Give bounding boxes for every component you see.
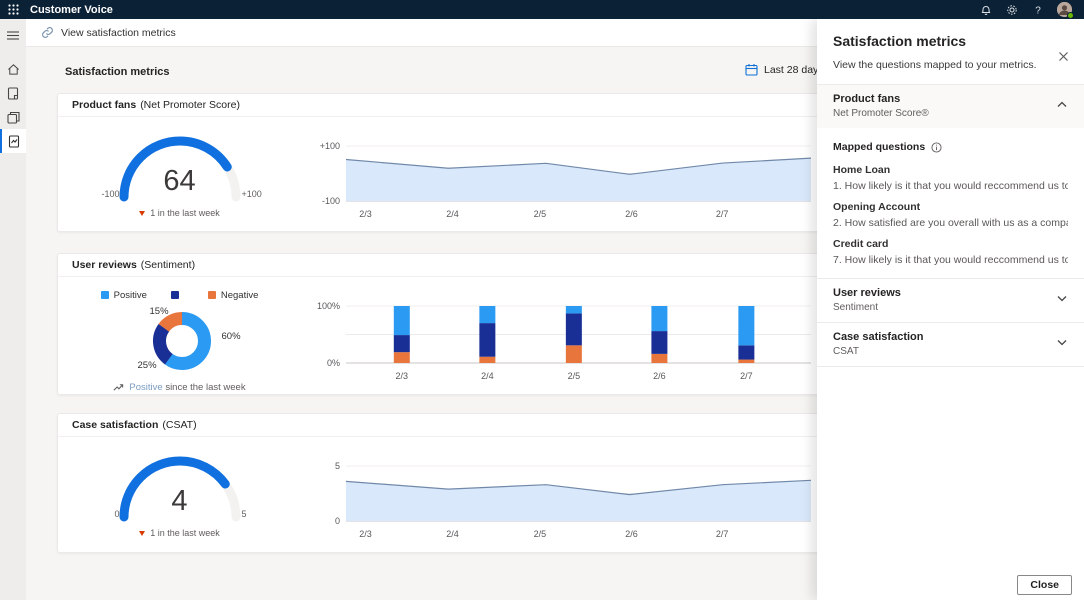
- card-subtitle: (CSAT): [162, 419, 196, 431]
- notifications-bell-icon[interactable]: [973, 0, 999, 19]
- view-command-label: View satisfaction metrics: [61, 27, 176, 39]
- calendar-icon: [745, 63, 758, 76]
- svg-text:2/3: 2/3: [396, 371, 409, 381]
- nps-max-label: +100: [242, 189, 262, 199]
- svg-text:2/5: 2/5: [534, 209, 547, 219]
- close-button[interactable]: Close: [1017, 575, 1072, 595]
- card-product-fans: Product fans (Net Promoter Score) 64 -10…: [57, 93, 822, 232]
- donut-label-positive: 60%: [222, 331, 241, 342]
- app-title: Customer Voice: [30, 4, 113, 16]
- home-icon: [7, 63, 20, 76]
- svg-text:2/4: 2/4: [481, 371, 494, 381]
- mapped-question: Home Loan 1. How likely is it that you w…: [817, 155, 1084, 192]
- csat-min-label: 0: [90, 509, 120, 519]
- positive-swatch: [101, 291, 109, 299]
- panel-section-case-satisfaction[interactable]: Case satisfaction CSAT: [817, 323, 1084, 366]
- svg-text:2/6: 2/6: [625, 529, 638, 539]
- date-range-filter[interactable]: Last 28 days: [745, 63, 824, 76]
- panel-section-product-fans[interactable]: Product fans Net Promoter Score®: [817, 85, 1084, 128]
- card-title: Product fans: [72, 99, 136, 111]
- svg-text:0: 0: [335, 516, 340, 526]
- svg-text:-100: -100: [322, 196, 340, 206]
- csat-max-label: 5: [242, 509, 247, 519]
- svg-text:+100: +100: [320, 141, 340, 151]
- donut-label-negative: 15%: [150, 306, 169, 317]
- settings-gear-icon[interactable]: [999, 0, 1025, 19]
- sidebar-item-reports-selected[interactable]: [0, 129, 26, 153]
- trend-up-icon: [113, 382, 124, 393]
- legend-item-positive: Positive: [101, 290, 147, 301]
- panel-close-icon[interactable]: [1058, 51, 1069, 62]
- sidebar-item-surveys[interactable]: [0, 81, 26, 105]
- sidebar-item-home[interactable]: [0, 57, 26, 81]
- mapped-question: Opening Account 2. How satisfied are you…: [817, 192, 1084, 229]
- svg-text:2/5: 2/5: [568, 371, 581, 381]
- app-top-bar: Customer Voice ?: [0, 0, 1084, 19]
- user-avatar[interactable]: [1057, 2, 1072, 17]
- card-title: Case satisfaction: [72, 419, 158, 431]
- svg-text:2/6: 2/6: [653, 371, 666, 381]
- sidebar-item-projects[interactable]: [0, 105, 26, 129]
- chevron-down-icon[interactable]: [1056, 293, 1068, 304]
- svg-text:2/3: 2/3: [359, 209, 372, 219]
- csat-gauge: 4 0 5: [90, 439, 270, 535]
- card-subtitle: (Net Promoter Score): [140, 99, 240, 111]
- link-icon: [41, 26, 54, 39]
- help-icon[interactable]: ?: [1025, 0, 1051, 19]
- presence-indicator: [1067, 12, 1074, 19]
- chevron-up-icon[interactable]: [1056, 99, 1068, 110]
- svg-text:2/7: 2/7: [740, 371, 753, 381]
- sentiment-stacked-bar-chart: 2/3 2/4 2/5 2/6 2/7 100% 0%: [301, 277, 821, 394]
- panel-description: View the questions mapped to your metric…: [833, 59, 1068, 71]
- svg-text:2/4: 2/4: [446, 209, 459, 219]
- chevron-down-icon[interactable]: [1056, 337, 1068, 348]
- csat-trend-chart: 5 0 2/3 2/4 2/5 2/6 2/7: [301, 437, 821, 552]
- date-range-label: Last 28 days: [764, 64, 824, 76]
- nps-min-label: -100: [90, 189, 120, 199]
- mapped-question: Credit card 7. How likely is it that you…: [817, 229, 1084, 266]
- sentiment-donut-block: Positive Negative 60% 25% 15% Positive s…: [58, 277, 301, 394]
- mapped-questions-label: Mapped questions: [817, 128, 1084, 155]
- view-satisfaction-metrics-command[interactable]: View satisfaction metrics: [41, 26, 176, 39]
- panel-section-user-reviews[interactable]: User reviews Sentiment: [817, 279, 1084, 322]
- donut-label-neutral: 25%: [138, 360, 157, 371]
- nav-hamburger-icon[interactable]: [0, 23, 26, 47]
- nps-gauge: 64 -100 +100: [90, 119, 270, 215]
- nps-trend-chart: +100 -100 2/3 2/4 2/5 2/6 2/7: [301, 117, 821, 231]
- card-user-reviews: User reviews (Sentiment) Positive Negati…: [57, 253, 822, 395]
- svg-text:2/3: 2/3: [359, 529, 372, 539]
- svg-text:0%: 0%: [327, 358, 340, 368]
- legend-item-neutral: [171, 290, 184, 301]
- nps-gauge-block: 64 -100 +100 1 in the last week: [58, 117, 301, 231]
- card-title: User reviews: [72, 259, 137, 271]
- svg-text:2/5: 2/5: [534, 529, 547, 539]
- document-icon: [7, 87, 19, 100]
- sentiment-trend: Positive since the last week: [113, 382, 245, 393]
- svg-text:2/7: 2/7: [716, 209, 729, 219]
- panel-title: Satisfaction metrics: [833, 33, 1068, 49]
- legend-item-negative: Negative: [208, 290, 259, 301]
- page-title: Satisfaction metrics: [65, 66, 170, 78]
- svg-text:2/6: 2/6: [625, 209, 638, 219]
- csat-gauge-block: 4 0 5 1 in the last week: [58, 437, 301, 552]
- report-icon: [8, 135, 20, 148]
- card-subtitle: (Sentiment): [141, 259, 195, 271]
- satisfaction-metrics-panel: Satisfaction metrics View the questions …: [817, 19, 1084, 600]
- copy-box-icon: [7, 111, 20, 124]
- neutral-swatch: [171, 291, 179, 299]
- negative-swatch: [208, 291, 216, 299]
- sentiment-legend: Positive Negative: [101, 290, 259, 301]
- svg-text:?: ?: [1035, 5, 1041, 16]
- sentiment-donut-chart: 60% 25% 15%: [80, 308, 280, 374]
- svg-text:5: 5: [335, 461, 340, 471]
- svg-text:100%: 100%: [317, 301, 340, 311]
- left-nav-sidebar: [0, 19, 26, 600]
- svg-text:2/4: 2/4: [446, 529, 459, 539]
- app-launcher-waffle-icon[interactable]: [0, 0, 26, 19]
- info-icon[interactable]: [931, 142, 942, 153]
- svg-text:2/7: 2/7: [716, 529, 729, 539]
- card-case-satisfaction: Case satisfaction (CSAT) 4 0 5 1 in the …: [57, 413, 822, 553]
